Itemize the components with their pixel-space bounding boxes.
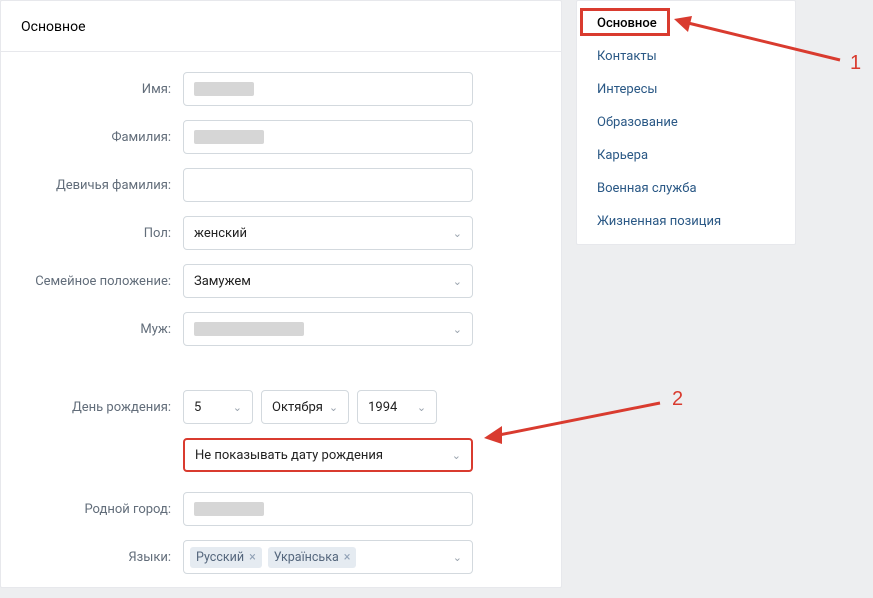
first-name-label: Имя: [1, 82, 183, 97]
chevron-down-icon: ⌄ [329, 401, 338, 414]
language-tag-label: Українська [274, 550, 339, 565]
chevron-down-icon: ⌄ [417, 401, 426, 414]
hometown-label: Родной город: [1, 502, 183, 517]
marital-label: Семейное положение: [1, 274, 183, 289]
main-panel: Основное Имя: Фамилия: Девичья фамилия: [0, 0, 562, 588]
spouse-label: Муж: [1, 322, 183, 337]
birthday-year-value: 1994 [368, 400, 397, 415]
gender-select[interactable]: женский ⌄ [183, 216, 473, 250]
birthday-month-select[interactable]: Октября ⌄ [261, 390, 349, 424]
settings-sidebar: Основное Контакты Интересы Образование К… [576, 0, 796, 245]
chevron-down-icon: ⌄ [452, 449, 461, 462]
language-tag[interactable]: Українська × [268, 547, 357, 568]
sidebar-item-contacts[interactable]: Контакты [577, 40, 795, 73]
sidebar-item-main[interactable]: Основное [577, 7, 795, 40]
profile-form: Имя: Фамилия: Девичья фамилия: Пол: [1, 52, 561, 598]
birthday-visibility-value: Не показывать дату рождения [195, 448, 383, 463]
birthday-year-select[interactable]: 1994 ⌄ [357, 390, 437, 424]
chevron-down-icon: ⌄ [453, 551, 462, 564]
birthday-day-value: 5 [194, 400, 201, 415]
first-name-input[interactable] [183, 72, 473, 106]
remove-tag-icon[interactable]: × [344, 550, 351, 565]
language-tag-label: Русский [196, 550, 244, 565]
birthday-label: День рождения: [1, 400, 183, 415]
remove-tag-icon[interactable]: × [249, 550, 256, 565]
chevron-down-icon: ⌄ [453, 323, 462, 336]
birthday-day-select[interactable]: 5 ⌄ [183, 390, 253, 424]
gender-label: Пол: [1, 226, 183, 241]
sidebar-item-career[interactable]: Карьера [577, 139, 795, 172]
marital-value: Замужем [194, 274, 251, 289]
marital-select[interactable]: Замужем ⌄ [183, 264, 473, 298]
chevron-down-icon: ⌄ [453, 227, 462, 240]
annotation-number-2: 2 [672, 388, 683, 411]
language-tag[interactable]: Русский × [190, 547, 262, 568]
sidebar-item-education[interactable]: Образование [577, 106, 795, 139]
spouse-select[interactable]: ⌄ [183, 312, 473, 346]
sidebar-item-interests[interactable]: Интересы [577, 73, 795, 106]
annotation-number-1: 1 [850, 52, 861, 75]
chevron-down-icon: ⌄ [233, 401, 242, 414]
last-name-label: Фамилия: [1, 130, 183, 145]
birthday-visibility-select[interactable]: Не показывать дату рождения ⌄ [183, 438, 473, 472]
gender-value: женский [194, 226, 247, 241]
languages-label: Языки: [1, 550, 183, 565]
hometown-input[interactable] [183, 492, 473, 526]
sidebar-item-military[interactable]: Военная служба [577, 172, 795, 205]
maiden-name-label: Девичья фамилия: [1, 178, 183, 193]
chevron-down-icon: ⌄ [453, 275, 462, 288]
last-name-input[interactable] [183, 120, 473, 154]
page-title: Основное [1, 1, 561, 52]
sidebar-item-life-position[interactable]: Жизненная позиция [577, 205, 795, 238]
maiden-name-input[interactable] [183, 168, 473, 202]
birthday-month-value: Октября [272, 400, 323, 415]
languages-select[interactable]: Русский × Українська × ⌄ [183, 540, 473, 574]
